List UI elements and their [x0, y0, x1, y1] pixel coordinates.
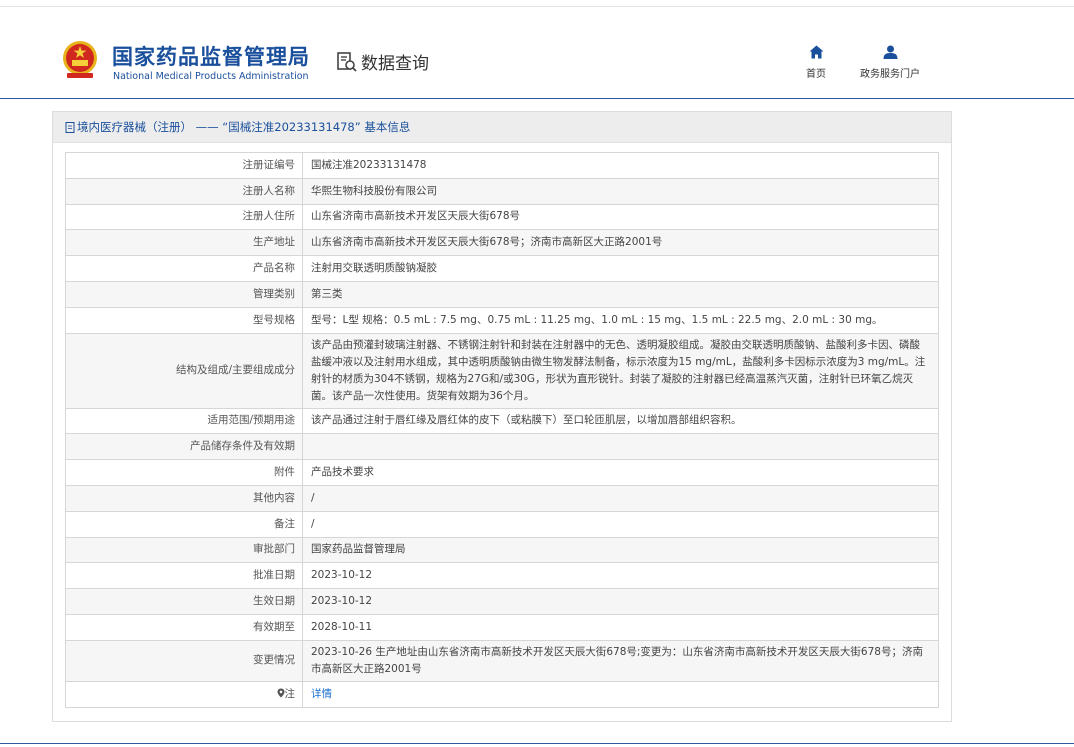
row-value: 华熙生物科技股份有限公司 [302, 177, 939, 205]
row-label: 适用范围/预期用途 [65, 407, 303, 435]
row-value: 型号：L型 规格：0.5 mL : 7.5 mg、0.75 mL : 11.25… [302, 306, 939, 334]
table-row: 管理类别 第三类 [65, 280, 939, 308]
note-value-cell: 详情 [302, 680, 939, 708]
row-label: 附件 [65, 459, 303, 486]
table-row: 附件 产品技术要求 [65, 459, 939, 486]
site-header: 国家药品监督管理局 National Medical Products Admi… [0, 7, 1074, 99]
header-divider [0, 98, 1074, 99]
row-value: / [302, 510, 939, 538]
row-value: 2023-10-26 生产地址由山东省济南市高新技术开发区天辰大街678号;变更… [302, 639, 939, 682]
note-label-cell: 注 [65, 680, 303, 708]
row-value: 第三类 [302, 280, 939, 308]
row-value: 国械注准20233131478 [302, 152, 939, 179]
document-icon [65, 121, 75, 133]
details-link[interactable]: 详情 [311, 688, 332, 700]
row-label: 批准日期 [65, 562, 303, 590]
data-query-title: 数据查询 [335, 49, 429, 74]
table-row: 注册人住所 山东省济南市高新技术开发区天辰大街678号 [65, 203, 939, 231]
row-value: 注射用交联透明质酸钠凝胶 [302, 255, 939, 282]
nav-home[interactable]: 首页 [796, 45, 836, 81]
table-row: 审批部门 国家药品监督管理局 [65, 536, 939, 564]
row-value: 2023-10-12 [302, 562, 939, 590]
note-label: 注 [284, 687, 296, 700]
footer-divider [0, 743, 1074, 744]
table-row: 产品储存条件及有效期 [65, 433, 939, 461]
row-value: 2023-10-12 [302, 588, 939, 615]
row-label: 审批部门 [65, 536, 303, 564]
row-value: 山东省济南市高新技术开发区天辰大街678号 [302, 203, 939, 231]
nav-service-portal[interactable]: 政务服务门户 [855, 45, 925, 81]
logo-title-cn: 国家药品监督管理局 [112, 45, 310, 69]
data-query-label: 数据查询 [361, 54, 429, 74]
location-pin-icon [277, 688, 284, 698]
row-label: 管理类别 [65, 280, 303, 308]
panel-title: 境内医疗器械（注册） —— “国械注准20233131478” 基本信息 [77, 120, 411, 134]
row-value: 该产品通过注射于唇红缘及唇红体的皮下（或粘膜下）至口轮匝肌层，以增加唇部组织容积… [302, 407, 939, 435]
row-value [302, 433, 939, 461]
row-label: 生效日期 [65, 588, 303, 615]
row-label: 注册人住所 [65, 203, 303, 231]
row-label: 备注 [65, 510, 303, 538]
nav-home-label: 首页 [806, 69, 826, 80]
table-row: 注 详情 [65, 680, 939, 708]
panel-title-bar: 境内医疗器械（注册） —— “国械注准20233131478” 基本信息 [53, 112, 951, 143]
row-label: 结构及组成/主要组成成分 [65, 332, 303, 409]
row-label: 生产地址 [65, 229, 303, 257]
row-label: 注册证编号 [65, 152, 303, 179]
row-label: 型号规格 [65, 306, 303, 334]
row-label: 其他内容 [65, 484, 303, 512]
table-row: 变更情况 2023-10-26 生产地址由山东省济南市高新技术开发区天辰大街678… [65, 639, 939, 682]
table-row: 结构及组成/主要组成成分 该产品由预灌封玻璃注射器、不锈钢注射针和封装在注射器中的… [65, 332, 939, 409]
row-value: 2028-10-11 [302, 613, 939, 641]
table-row: 适用范围/预期用途 该产品通过注射于唇红缘及唇红体的皮下（或粘膜下）至口轮匝肌层，… [65, 407, 939, 435]
nav-portal-label: 政务服务门户 [860, 69, 920, 80]
table-row: 注册人名称 华熙生物科技股份有限公司 [65, 177, 939, 205]
row-label: 产品储存条件及有效期 [65, 433, 303, 461]
row-label: 产品名称 [65, 255, 303, 282]
table-row: 注册证编号 国械注准20233131478 [65, 152, 939, 179]
table-row: 有效期至 2028-10-11 [65, 613, 939, 641]
row-value: / [302, 484, 939, 512]
home-icon [809, 45, 823, 59]
detail-panel: 境内医疗器械（注册） —— “国械注准20233131478” 基本信息 注册证… [52, 111, 952, 722]
table-row: 型号规格 型号：L型 规格：0.5 mL : 7.5 mg、0.75 mL : 1… [65, 306, 939, 334]
registration-info-table: 注册证编号 国械注准20233131478 注册人名称 华熙生物科技股份有限公司 注… [65, 152, 939, 708]
table-row: 生效日期 2023-10-12 [65, 588, 939, 615]
national-emblem-icon [63, 41, 97, 78]
table-row: 生产地址 山东省济南市高新技术开发区天辰大街678号；济南市高新区大正路2001号 [65, 229, 939, 257]
logo-title-en: National Medical Products Administration [113, 71, 309, 82]
row-value: 山东省济南市高新技术开发区天辰大街678号；济南市高新区大正路2001号 [302, 229, 939, 257]
row-label: 注册人名称 [65, 177, 303, 205]
row-value: 该产品由预灌封玻璃注射器、不锈钢注射针和封装在注射器中的无色、透明凝胶组成。凝胶… [302, 332, 939, 409]
table-row: 批准日期 2023-10-12 [65, 562, 939, 590]
table-row: 备注 / [65, 510, 939, 538]
table-row: 其他内容 / [65, 484, 939, 512]
row-value: 产品技术要求 [302, 459, 939, 486]
document-search-icon [337, 51, 357, 72]
row-label: 有效期至 [65, 613, 303, 641]
row-value: 国家药品监督管理局 [302, 536, 939, 564]
table-row: 产品名称 注射用交联透明质酸钠凝胶 [65, 255, 939, 282]
user-icon [883, 45, 897, 59]
row-label: 变更情况 [65, 639, 303, 682]
